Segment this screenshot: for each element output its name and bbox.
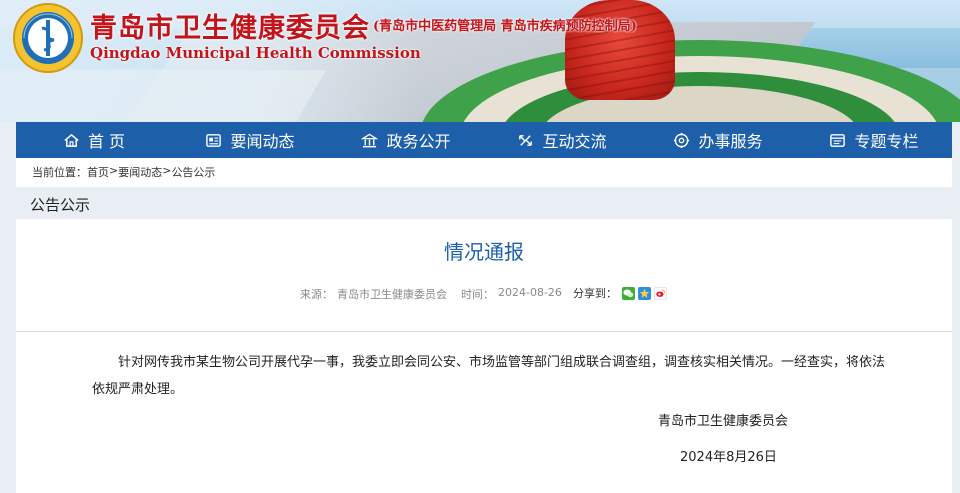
qzone-share-icon[interactable] xyxy=(638,286,651,300)
section-header xyxy=(16,187,952,219)
nav-label: 政务公开 xyxy=(386,132,451,151)
nav-label: 要闻动态 xyxy=(230,132,295,151)
building-icon xyxy=(361,133,379,147)
nav-label: 专题专栏 xyxy=(854,132,919,151)
source-label: 来源： xyxy=(300,288,333,301)
wechat-share-icon[interactable] xyxy=(622,286,635,300)
weibo-share-icon[interactable] xyxy=(654,286,667,300)
breadcrumb-home[interactable]: 首页 xyxy=(87,164,109,182)
main-nav: 首 页 要闻动态 政务公开 互动交流 办事服务 专题专栏 xyxy=(16,122,952,158)
site-subtitle: (青岛市中医药管理局 青岛市疾病预防控制局) xyxy=(373,19,637,34)
breadcrumb-news[interactable]: 要闻动态 xyxy=(118,164,162,182)
nav-item-gov-affairs[interactable]: 政务公开 xyxy=(328,122,484,158)
nav-item-topics[interactable]: 专题专栏 xyxy=(796,122,952,158)
share-bar: 分享到： xyxy=(573,285,667,301)
news-icon xyxy=(206,133,222,147)
topic-icon xyxy=(830,133,846,147)
signature-date: 2024年8月26日 xyxy=(680,450,777,465)
site-title-english: Qingdao Municipal Health Commission xyxy=(90,44,421,62)
breadcrumb-separator: > xyxy=(109,164,119,177)
nav-label: 办事服务 xyxy=(698,132,763,151)
article-title: 情况通报 xyxy=(444,240,524,264)
publish-date: 2024-08-26 xyxy=(498,286,562,299)
nav-item-news[interactable]: 要闻动态 xyxy=(172,122,328,158)
source-value: 青岛市卫生健康委员会 xyxy=(337,288,447,301)
breadcrumb: 当前位置： 首页 > 要闻动态 > 公告公示 xyxy=(32,164,215,182)
interaction-icon xyxy=(519,134,533,146)
article-meta: 来源： 青岛市卫生健康委员会 时间： 2024-08-26 xyxy=(300,286,562,302)
breadcrumb-separator: > xyxy=(162,164,172,177)
breadcrumb-prefix: 当前位置： xyxy=(32,166,87,179)
share-label: 分享到： xyxy=(573,287,617,300)
breadcrumb-notices[interactable]: 公告公示 xyxy=(171,164,215,182)
nav-item-home[interactable]: 首 页 xyxy=(16,122,172,158)
nav-item-services[interactable]: 办事服务 xyxy=(640,122,796,158)
section-title[interactable]: 公告公示 xyxy=(30,194,90,215)
site-banner: 青岛市卫生健康委员会 (青岛市中医药管理局 青岛市疾病预防控制局) Qingda… xyxy=(0,0,960,122)
nav-label: 首 页 xyxy=(87,132,126,151)
home-icon xyxy=(64,133,79,147)
time-label: 时间： xyxy=(461,288,494,301)
divider xyxy=(16,331,952,332)
signature-org: 青岛市卫生健康委员会 xyxy=(658,414,789,429)
article-body: 针对网传我市某生物公司开展代孕一事，我委立即会同公安、市场监管等部门组成联合调查… xyxy=(92,355,886,397)
service-icon xyxy=(674,132,690,148)
nav-item-interaction[interactable]: 互动交流 xyxy=(484,122,640,158)
site-title[interactable]: 青岛市卫生健康委员会 xyxy=(90,6,370,45)
health-commission-emblem-icon[interactable] xyxy=(12,2,84,74)
nav-label: 互动交流 xyxy=(542,132,607,151)
